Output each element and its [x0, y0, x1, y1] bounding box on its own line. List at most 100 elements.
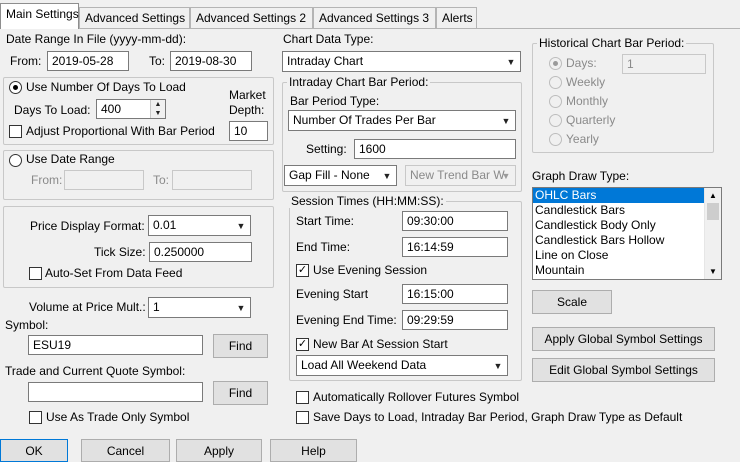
from-date-field[interactable]: 2019-05-28: [47, 51, 129, 71]
tab-main-settings[interactable]: Main Settings: [0, 3, 79, 29]
evening-end-label: Evening End Time:: [296, 313, 397, 327]
historical-monthly-label: Monthly: [566, 94, 609, 108]
market-depth-label-2: Depth:: [229, 103, 265, 117]
chart-data-type-value: Intraday Chart: [287, 54, 364, 68]
spin-down-icon[interactable]: ▼: [151, 109, 165, 118]
end-time-field[interactable]: 16:14:59: [402, 237, 508, 257]
chevron-down-icon: ▼: [493, 360, 503, 371]
tab-advanced-settings-3[interactable]: Advanced Settings 3: [313, 7, 436, 28]
auto-set-checkbox[interactable]: [29, 267, 42, 280]
list-item[interactable]: Candlestick Bars: [533, 203, 721, 218]
volume-mult-value: 1: [153, 300, 160, 314]
trade-symbol-label: Trade and Current Quote Symbol:: [5, 364, 186, 378]
use-date-range-radio[interactable]: [9, 154, 22, 167]
to-label: To:: [149, 54, 166, 68]
tab-alerts[interactable]: Alerts: [436, 7, 477, 28]
trade-symbol-field[interactable]: [28, 382, 203, 402]
scroll-down-icon[interactable]: ▼: [705, 264, 721, 279]
spin-up-icon[interactable]: ▲: [151, 100, 165, 109]
to-date-field[interactable]: 2019-08-30: [170, 51, 252, 71]
price-format-label: Price Display Format:: [30, 219, 145, 233]
symbol-find-button[interactable]: Find: [213, 334, 268, 358]
list-scrollbar[interactable]: ▲ ▼: [704, 188, 721, 279]
historical-monthly-radio[interactable]: [549, 95, 562, 108]
chevron-down-icon: ▼: [236, 220, 246, 231]
chart-data-type-label: Chart Data Type:: [283, 32, 374, 46]
scale-button[interactable]: Scale: [532, 290, 612, 314]
scroll-up-icon[interactable]: ▲: [705, 188, 721, 203]
trade-only-checkbox[interactable]: [29, 411, 42, 424]
graph-draw-type-list[interactable]: OHLC Bars Candlestick Bars Candlestick B…: [532, 187, 722, 280]
start-time-field[interactable]: 09:30:00: [402, 211, 508, 231]
price-format-value: 0.01: [153, 218, 177, 232]
price-format-select[interactable]: 0.01 ▼: [148, 215, 251, 236]
adjust-proportional-checkbox[interactable]: [9, 125, 22, 138]
new-bar-session-checkbox[interactable]: ✓: [296, 338, 309, 351]
historical-weekly-radio[interactable]: [549, 76, 562, 89]
use-date-range-label: Use Date Range: [26, 152, 115, 166]
chevron-down-icon: ▼: [382, 170, 392, 181]
symbol-field[interactable]: ESU19: [28, 335, 203, 355]
historical-yearly-radio[interactable]: [549, 133, 562, 146]
edit-global-symbol-settings-button[interactable]: Edit Global Symbol Settings: [532, 358, 715, 382]
days-to-load-label: Days To Load:: [14, 103, 91, 117]
use-days-label: Use Number Of Days To Load: [26, 80, 186, 94]
chart-data-type-select[interactable]: Intraday Chart ▼: [282, 51, 521, 72]
from-label: From:: [10, 54, 42, 68]
range-to-label: To:: [153, 173, 170, 187]
scroll-thumb[interactable]: [707, 203, 719, 220]
save-default-label: Save Days to Load, Intraday Bar Period, …: [313, 410, 683, 424]
trade-symbol-find-button[interactable]: Find: [213, 381, 268, 405]
new-bar-session-label: New Bar At Session Start: [313, 337, 448, 351]
bar-period-type-value: Number Of Trades Per Bar: [293, 113, 436, 127]
market-depth-field[interactable]: 10: [229, 121, 268, 141]
help-button[interactable]: Help: [270, 439, 357, 462]
symbol-label: Symbol:: [5, 318, 49, 332]
weekend-data-select[interactable]: Load All Weekend Data ▼: [296, 355, 508, 376]
bar-period-type-select[interactable]: Number Of Trades Per Bar ▼: [288, 110, 516, 131]
evening-start-field[interactable]: 16:15:00: [402, 284, 508, 304]
ok-button[interactable]: OK: [0, 439, 68, 462]
list-item[interactable]: Line on Close: [533, 248, 721, 263]
historical-group-title: Historical Chart Bar Period:: [537, 36, 687, 50]
list-item[interactable]: Candlestick Bars Hollow: [533, 233, 721, 248]
evening-session-label: Use Evening Session: [313, 263, 428, 277]
list-item[interactable]: Candlestick Body Only: [533, 218, 721, 233]
range-from-field[interactable]: [64, 170, 144, 190]
market-depth-label-1: Market: [229, 88, 266, 102]
volume-mult-select[interactable]: 1 ▼: [148, 297, 251, 318]
evening-end-field[interactable]: 09:29:59: [402, 310, 508, 330]
historical-days-field[interactable]: 1: [622, 54, 706, 74]
days-to-load-field[interactable]: 400 ▲ ▼: [96, 99, 166, 119]
gap-fill-select[interactable]: Gap Fill - None ▼: [284, 165, 397, 186]
days-spinner[interactable]: ▲ ▼: [150, 100, 165, 118]
apply-global-symbol-settings-button[interactable]: Apply Global Symbol Settings: [532, 327, 715, 351]
setting-field[interactable]: 1600: [354, 139, 516, 159]
chevron-down-icon: ▼: [506, 56, 516, 67]
use-days-radio[interactable]: [9, 81, 22, 94]
historical-days-radio[interactable]: [549, 57, 562, 70]
auto-rollover-label: Automatically Rollover Futures Symbol: [313, 390, 520, 404]
auto-rollover-checkbox[interactable]: [296, 391, 309, 404]
chevron-down-icon: ▼: [501, 170, 511, 181]
evening-start-label: Evening Start: [296, 287, 369, 301]
tick-size-field[interactable]: 0.250000: [149, 242, 252, 262]
list-item[interactable]: OHLC Bars: [533, 188, 721, 203]
volume-mult-label: Volume at Price Mult.:: [29, 300, 146, 314]
range-to-field[interactable]: [172, 170, 252, 190]
historical-quarterly-label: Quarterly: [566, 113, 616, 127]
historical-yearly-label: Yearly: [566, 132, 599, 146]
evening-session-checkbox[interactable]: ✓: [296, 264, 309, 277]
new-trend-bar-select[interactable]: New Trend Bar W ▼: [405, 165, 516, 186]
tab-advanced-settings-2[interactable]: Advanced Settings 2: [190, 7, 313, 28]
apply-button[interactable]: Apply: [176, 439, 262, 462]
tab-divider: [0, 28, 740, 29]
list-item[interactable]: Mountain: [533, 263, 721, 278]
tab-advanced-settings[interactable]: Advanced Settings: [79, 7, 190, 28]
setting-label: Setting:: [306, 142, 347, 156]
bar-period-type-label: Bar Period Type:: [290, 94, 380, 108]
historical-quarterly-radio[interactable]: [549, 114, 562, 127]
save-default-checkbox[interactable]: [296, 411, 309, 424]
cancel-button[interactable]: Cancel: [81, 439, 170, 462]
range-from-label: From:: [31, 173, 63, 187]
